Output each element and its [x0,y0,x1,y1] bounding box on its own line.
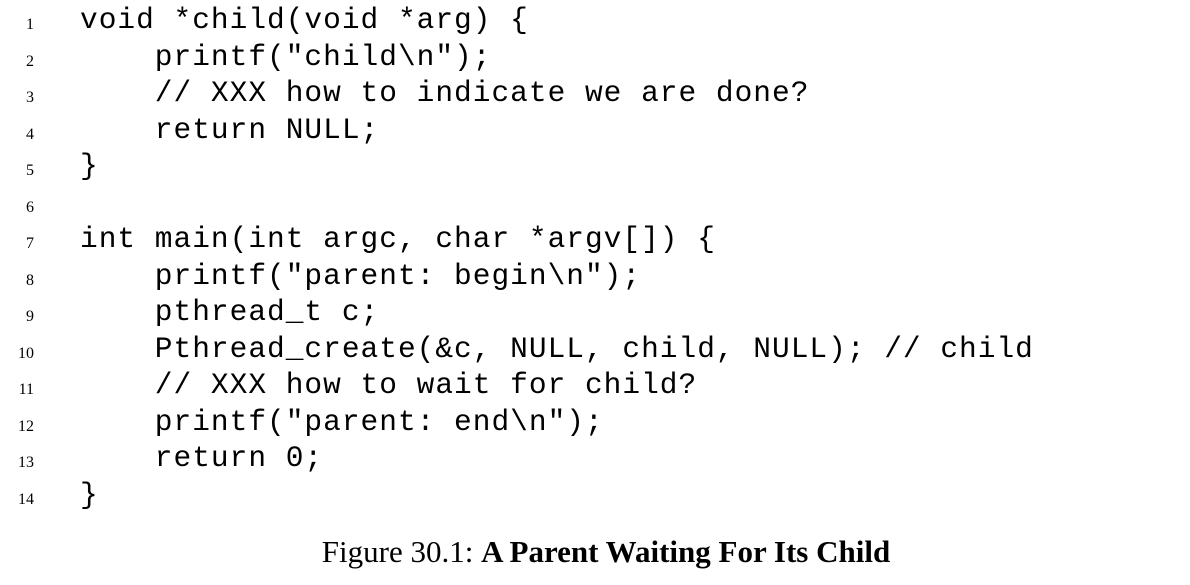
line-number: 11 [18,381,34,398]
line-number: 2 [26,52,34,70]
line-number: 8 [26,271,34,289]
line-number: 6 [26,198,34,216]
code-line: 5} [0,148,1190,185]
code-text: int main(int argc, char *argv[]) { [80,222,716,256]
code-text: void *child(void *arg) { [80,3,529,37]
code-line: 1 void *child(void *arg) { [0,2,1190,39]
code-line: 3 // XXX how to indicate we are done? [0,75,1190,112]
code-text: return 0; [80,441,324,475]
code-line: 13 return 0; [0,440,1190,477]
line-number: 4 [26,125,34,143]
line-number: 3 [26,89,34,106]
code-line: 11 // XXX how to wait for child? [0,367,1190,404]
code-line: 4 return NULL; [0,112,1190,149]
line-number: 9 [26,308,34,325]
code-text: pthread_t c; [80,295,380,329]
line-number: 1 [26,16,34,33]
code-text: } [80,477,99,512]
code-line: 7 int main(int argc, char *argv[]) { [0,221,1190,258]
line-number: 14 [18,490,34,508]
line-number: 12 [18,417,34,435]
line-number: 5 [26,162,34,179]
code-text: // XXX how to wait for child? [80,368,698,402]
caption-title: A Parent Waiting For Its Child [481,534,891,569]
code-text: Pthread_create(&c, NULL, child, NULL); /… [80,331,1034,366]
code-text: return NULL; [80,112,380,147]
code-listing: 1 void *child(void *arg) {2 printf("child… [0,2,1190,513]
code-line: 2 printf("child\n"); [0,39,1190,76]
code-text: printf("parent: begin\n"); [80,258,642,293]
code-line: 8 printf("parent: begin\n"); [0,258,1190,295]
code-line: 14} [0,477,1190,514]
caption-label: Figure 30.1: [321,534,482,569]
figure-caption: Figure 30.1: A Parent Waiting For Its Ch… [0,532,1190,572]
code-line: 6 [0,185,1190,222]
code-text: } [80,149,99,183]
code-line: 12 printf("parent: end\n"); [0,404,1190,441]
code-text: printf("parent: end\n"); [80,404,604,439]
code-text: printf("child\n"); [80,39,492,74]
line-number: 13 [18,454,34,471]
line-number: 7 [26,235,34,252]
line-number: 10 [18,344,34,362]
code-text: // XXX how to indicate we are done? [80,76,810,110]
code-line: 9 pthread_t c; [0,294,1190,331]
code-line: 10 Pthread_create(&c, NULL, child, NULL)… [0,331,1190,368]
